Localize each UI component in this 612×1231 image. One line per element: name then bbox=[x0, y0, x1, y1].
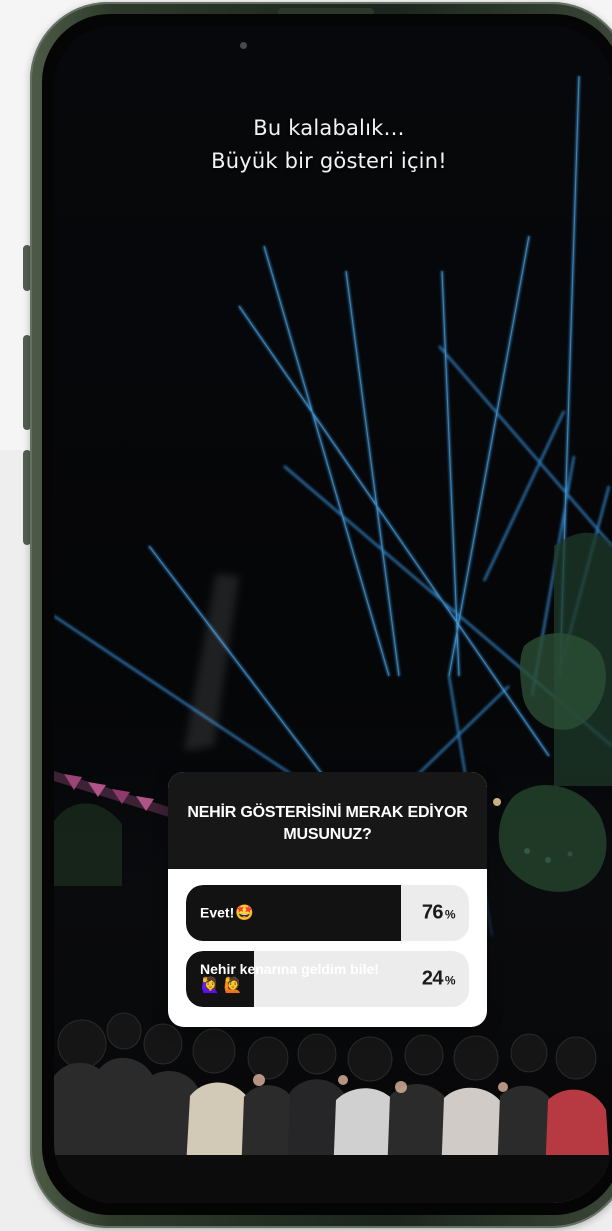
raising-hand-emoji-icon: 🙋‍♀️ 🙋 bbox=[201, 977, 243, 994]
poll-option-already-here-label: Nehir kenarına geldim bile! 🙋‍♀️ 🙋 bbox=[200, 961, 388, 994]
poll-option-already-here-text: Nehir kenarına geldim bile! bbox=[200, 961, 379, 977]
poll-option-already-here-percent-value: 24 bbox=[421, 967, 444, 990]
story-caption: Bu kalabalık… Büyük bir gösteri için! bbox=[134, 112, 524, 178]
poll-option-already-here-percent-sign: % bbox=[444, 973, 456, 988]
poll-option-yes-percent: 76% bbox=[421, 901, 456, 925]
poll-option-yes-text: Evet! bbox=[200, 904, 235, 921]
poll-option-already-here[interactable]: Nehir kenarına geldim bile! 🙋‍♀️ 🙋 24% bbox=[186, 951, 469, 1007]
caption-line-2: Büyük bir gösteri için! bbox=[211, 149, 447, 173]
camera-dot-icon bbox=[240, 42, 247, 49]
story-bottom-bar bbox=[54, 1155, 612, 1203]
poll-option-yes-percent-sign: % bbox=[444, 907, 456, 922]
poll-option-yes-label: Evet!🤩 bbox=[200, 905, 390, 922]
poll-header: NEHİR GÖSTERİSİNİ MERAK EDİYOR MUSUNUZ? bbox=[168, 772, 487, 869]
screenshot-canvas: Bu kalabalık… Büyük bir gösteri için! NE… bbox=[0, 0, 612, 1231]
poll-option-already-here-percent: 24% bbox=[421, 967, 456, 991]
poll-question: NEHİR GÖSTERİSİNİ MERAK EDİYOR MUSUNUZ? bbox=[187, 803, 468, 843]
star-eyes-emoji-icon: 🤩 bbox=[235, 904, 254, 922]
poll-options: Evet!🤩 76% Nehir kenarına geldim bile! 🙋… bbox=[168, 869, 487, 1007]
poll-option-yes[interactable]: Evet!🤩 76% bbox=[186, 885, 469, 941]
poll-option-yes-percent-value: 76 bbox=[421, 901, 444, 924]
poll-sticker: NEHİR GÖSTERİSİNİ MERAK EDİYOR MUSUNUZ? … bbox=[168, 772, 487, 1027]
story-screen: Bu kalabalık… Büyük bir gösteri için! NE… bbox=[54, 26, 612, 1203]
caption-line-1: Bu kalabalık… bbox=[253, 116, 405, 140]
